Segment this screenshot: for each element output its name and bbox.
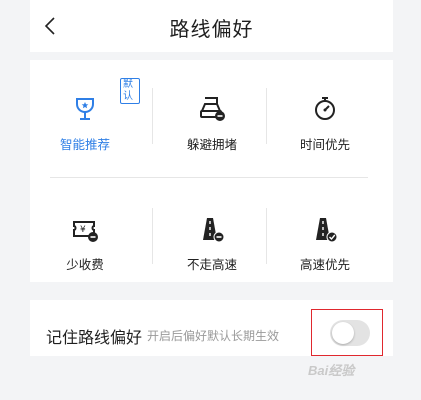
ticket-icon: ¥ xyxy=(73,221,98,242)
route-options-panel: 默认 智能推荐 躲避拥堵 时间优先 ¥ 少收费 不走高速 高速优先 xyxy=(30,60,393,282)
remember-label: 记住路线偏好 xyxy=(46,328,143,347)
header-bar: 路线偏好 xyxy=(30,0,393,52)
highway-no-icon xyxy=(203,218,225,243)
option-label: 智能推荐 xyxy=(59,137,110,152)
option-avoid-congestion[interactable]: 躲避拥堵 xyxy=(157,70,267,152)
option-no-highway[interactable]: 不走高速 xyxy=(157,190,267,272)
option-highway-first[interactable]: 高速优先 xyxy=(270,190,380,272)
row-divider xyxy=(50,177,368,178)
remember-description: 开启后偏好默认长期生效 xyxy=(147,329,280,343)
divider xyxy=(266,88,267,144)
option-label: 躲避拥堵 xyxy=(186,137,237,152)
trophy-icon xyxy=(76,98,94,120)
option-label: 时间优先 xyxy=(299,137,350,152)
page-title: 路线偏好 xyxy=(169,17,254,41)
default-badge: 默认 xyxy=(120,78,140,104)
divider xyxy=(152,88,153,144)
divider xyxy=(266,208,267,264)
remember-toggle[interactable] xyxy=(330,320,370,346)
svg-text:¥: ¥ xyxy=(80,225,86,235)
option-time-first[interactable]: 时间优先 xyxy=(270,70,380,152)
watermark-logo: Bai经验 xyxy=(308,363,355,378)
option-label: 高速优先 xyxy=(299,257,350,272)
toggle-knob xyxy=(332,322,354,344)
car-avoid-icon xyxy=(200,97,225,121)
divider xyxy=(152,208,153,264)
option-label: 少收费 xyxy=(66,257,104,272)
option-smart-recommend[interactable]: 默认 智能推荐 xyxy=(30,70,140,152)
option-label: 不走高速 xyxy=(186,257,237,272)
highway-check-icon xyxy=(316,218,338,243)
option-less-toll[interactable]: ¥ 少收费 xyxy=(30,190,140,272)
stopwatch-icon xyxy=(315,97,335,120)
